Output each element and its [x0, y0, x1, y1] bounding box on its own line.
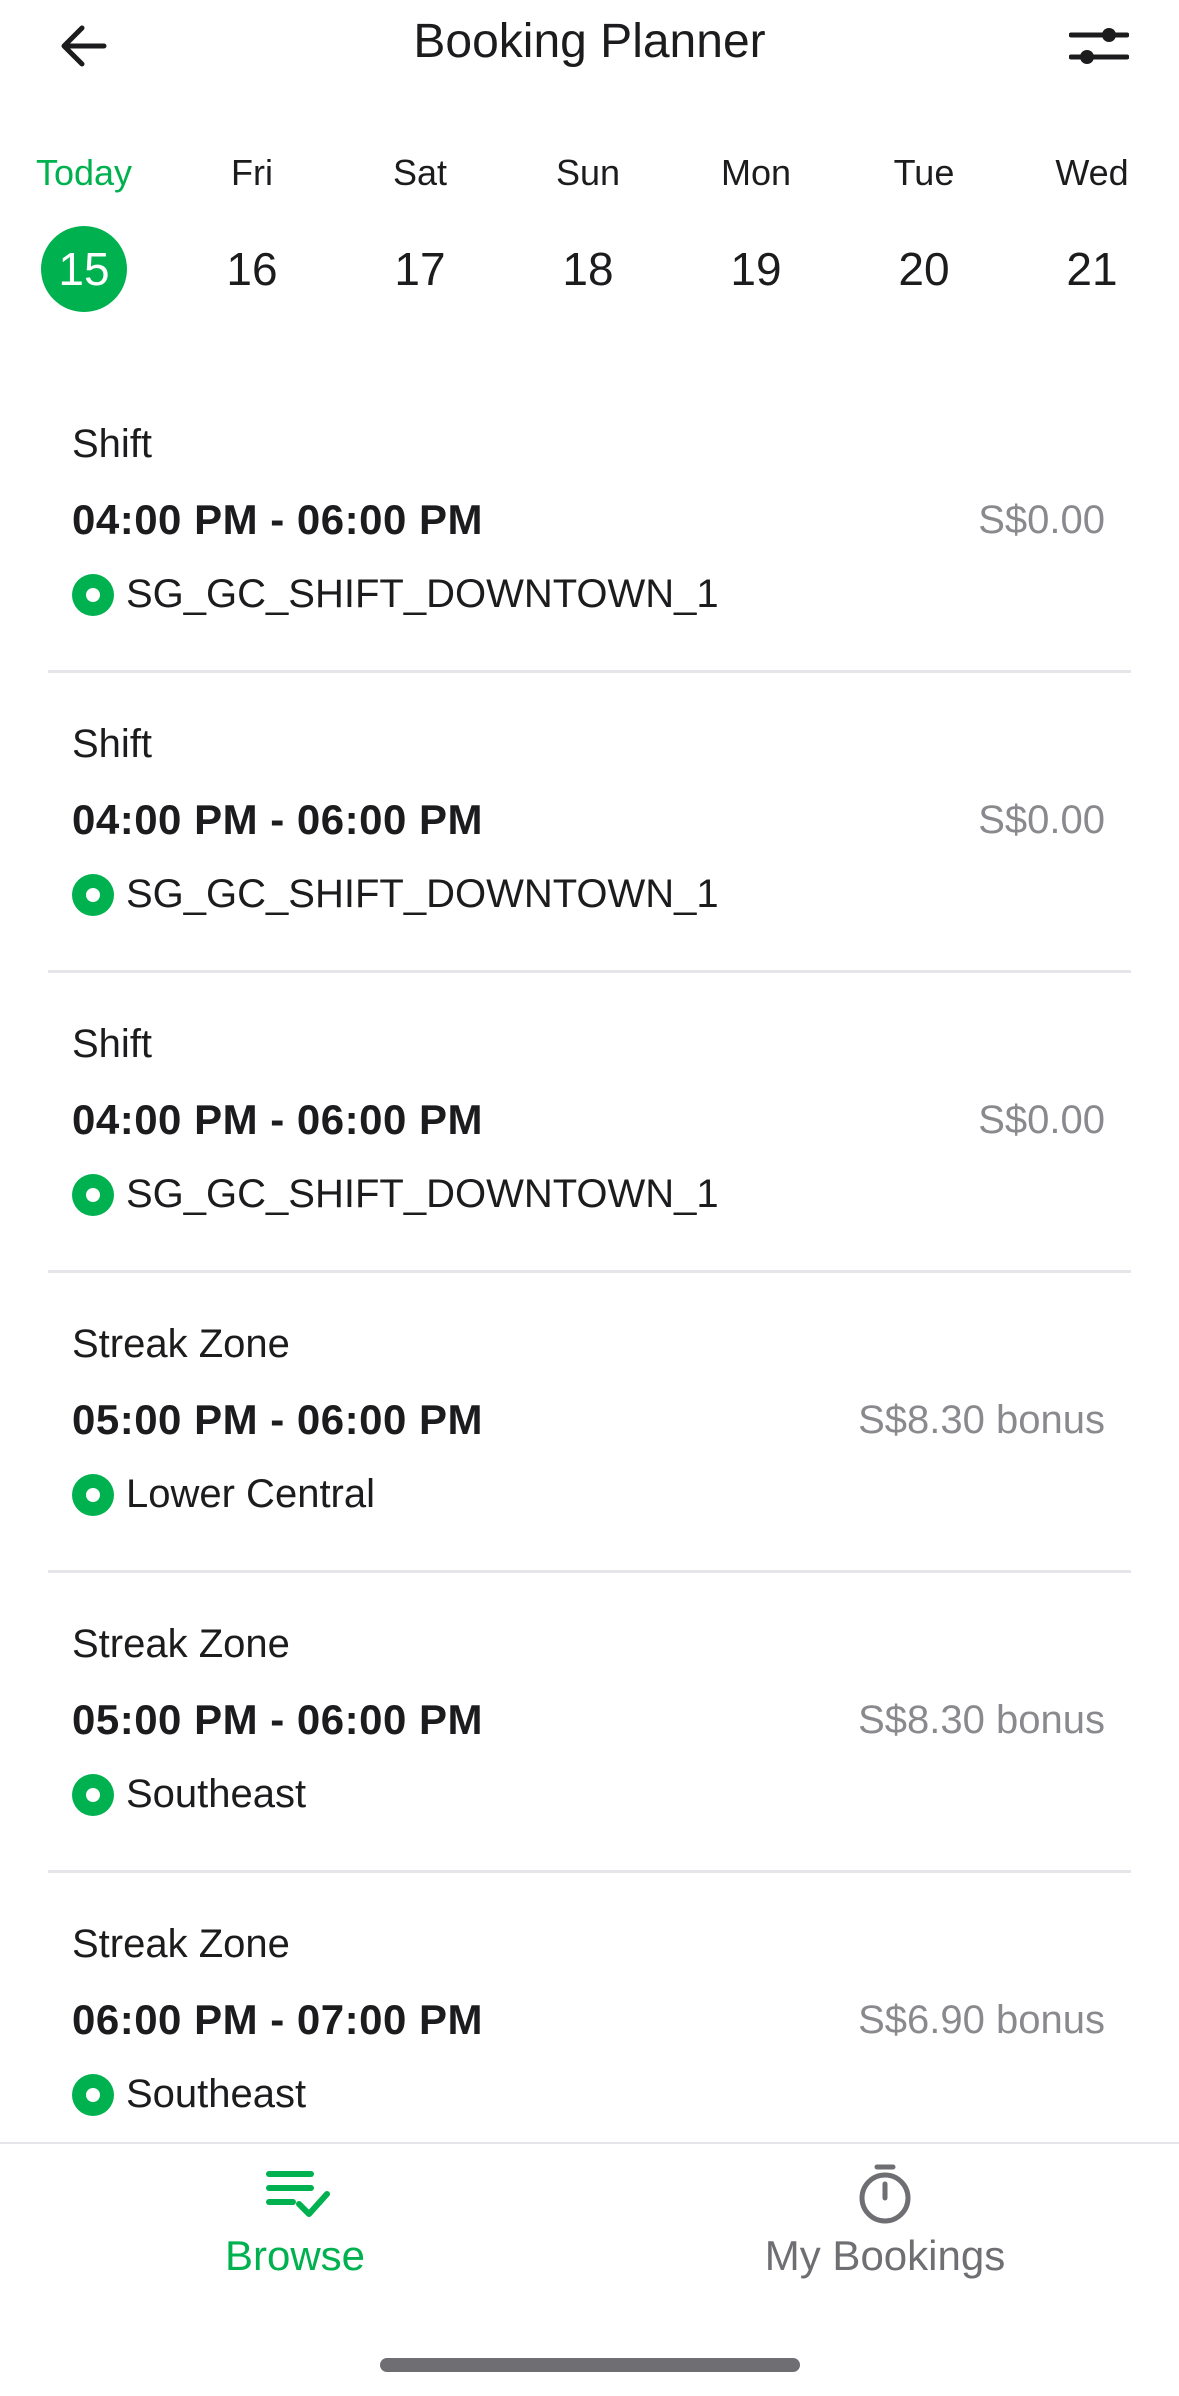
divider	[48, 970, 1131, 973]
booking-location: Southeast	[72, 2072, 306, 2117]
booking-type: Streak Zone	[72, 1922, 290, 1966]
location-label: Southeast	[126, 2072, 307, 2116]
booking-item[interactable]: Streak Zone 06:00 PM - 07:00 PM S$6.90 bon…	[0, 1900, 1179, 2142]
location-dot-icon	[72, 573, 114, 616]
booking-location: Lower Central	[72, 1472, 375, 1517]
booking-item[interactable]: Streak Zone 05:00 PM - 06:00 PM S$8.30 bon…	[0, 1300, 1179, 1600]
tab-bar: Browse My Bookings	[0, 2142, 1179, 2396]
day-6[interactable]: Wed 21	[1008, 140, 1176, 330]
booking-type: Streak Zone	[72, 1622, 290, 1666]
day-name: Today	[35, 152, 133, 193]
divider	[48, 1270, 1131, 1273]
day-number: 21	[1066, 243, 1118, 295]
location-label: Lower Central	[126, 1472, 376, 1516]
booking-location: Southeast	[72, 1772, 306, 1817]
location-label: SG_GC_SHIFT_DOWNTOWN_1	[126, 1172, 719, 1216]
day-number: 15	[41, 226, 127, 312]
sliders-icon	[1069, 28, 1129, 64]
day-number: 17	[394, 243, 446, 295]
booking-time: 05:00 PM - 06:00 PM	[72, 1696, 484, 1743]
booking-type: Shift	[72, 422, 153, 466]
list-check-icon	[266, 2171, 330, 2217]
location-dot-icon	[72, 873, 114, 916]
booking-location: SG_GC_SHIFT_DOWNTOWN_1	[72, 572, 719, 617]
divider	[48, 1870, 1131, 1873]
booking-amount: S$0.00	[978, 1098, 1105, 1142]
day-name: Sun	[555, 152, 621, 193]
booking-time: 04:00 PM - 06:00 PM	[72, 796, 484, 843]
booking-amount: S$0.00	[978, 798, 1105, 842]
tab-browse-label: Browse	[224, 2232, 366, 2279]
booking-type: Shift	[72, 722, 153, 766]
day-number: 18	[562, 243, 614, 295]
location-dot-icon	[72, 1773, 114, 1816]
day-name: Tue	[893, 152, 955, 193]
booking-time: 04:00 PM - 06:00 PM	[72, 496, 484, 543]
booking-location: SG_GC_SHIFT_DOWNTOWN_1	[72, 872, 719, 917]
booking-location: SG_GC_SHIFT_DOWNTOWN_1	[72, 1172, 719, 1217]
location-dot-icon	[72, 1473, 114, 1516]
divider	[48, 670, 1131, 673]
location-label: SG_GC_SHIFT_DOWNTOWN_1	[126, 872, 719, 916]
booking-type: Shift	[72, 1022, 153, 1066]
booking-time: 06:00 PM - 07:00 PM	[72, 1996, 484, 2043]
day-4[interactable]: Mon 19	[672, 140, 840, 330]
booking-time: 04:00 PM - 06:00 PM	[72, 1096, 484, 1143]
booking-amount: S$8.30 bonus	[858, 1398, 1105, 1442]
booking-amount: S$6.90 bonus	[858, 1998, 1105, 2042]
home-indicator	[380, 2358, 800, 2372]
day-name: Sat	[392, 152, 448, 193]
header: Booking Planner	[0, 0, 1179, 130]
location-dot-icon	[72, 1173, 114, 1216]
location-dot-icon	[72, 2073, 114, 2116]
booking-item[interactable]: Shift 04:00 PM - 06:00 PM S$0.00 SG_GC_SHIF…	[0, 1000, 1179, 1300]
booking-amount: S$8.30 bonus	[858, 1698, 1105, 1742]
day-name: Fri	[231, 152, 273, 193]
day-selector: Today 15 Fri 16 Sat 17 Sun 18 Mon 19 Tue 20 Wed 21	[0, 140, 1179, 330]
day-5[interactable]: Tue 20	[840, 140, 1008, 330]
day-2[interactable]: Sat 17	[336, 140, 504, 330]
divider	[48, 1570, 1131, 1573]
booking-time: 05:00 PM - 06:00 PM	[72, 1396, 484, 1443]
day-1[interactable]: Fri 16	[168, 140, 336, 330]
tab-my-bookings-label: My Bookings	[764, 2232, 1006, 2279]
booking-type: Streak Zone	[72, 1322, 290, 1366]
tab-browse[interactable]: Browse	[95, 2162, 495, 2280]
booking-amount: S$0.00	[978, 498, 1105, 542]
stopwatch-icon	[859, 2164, 911, 2224]
location-label: Southeast	[126, 1772, 307, 1816]
day-number: 16	[226, 243, 278, 295]
day-number: 19	[730, 243, 782, 295]
page-title: Booking Planner	[413, 15, 766, 68]
booking-list: Shift 04:00 PM - 06:00 PM S$0.00 SG_GC_SHIF…	[0, 400, 1179, 2142]
tab-my-bookings[interactable]: My Bookings	[685, 2162, 1085, 2280]
booking-item[interactable]: Streak Zone 05:00 PM - 06:00 PM S$8.30 bon…	[0, 1600, 1179, 1900]
booking-item[interactable]: Shift 04:00 PM - 06:00 PM S$0.00 SG_GC_SHIF…	[0, 400, 1179, 700]
day-name: Wed	[1055, 152, 1129, 193]
booking-item[interactable]: Shift 04:00 PM - 06:00 PM S$0.00 SG_GC_SHIF…	[0, 700, 1179, 1000]
day-number: 20	[898, 243, 950, 295]
day-3[interactable]: Sun 18	[504, 140, 672, 330]
location-label: SG_GC_SHIFT_DOWNTOWN_1	[126, 572, 719, 616]
day-0[interactable]: Today 15	[0, 140, 168, 330]
day-name: Mon	[720, 152, 792, 193]
filter-button[interactable]	[1059, 10, 1139, 82]
